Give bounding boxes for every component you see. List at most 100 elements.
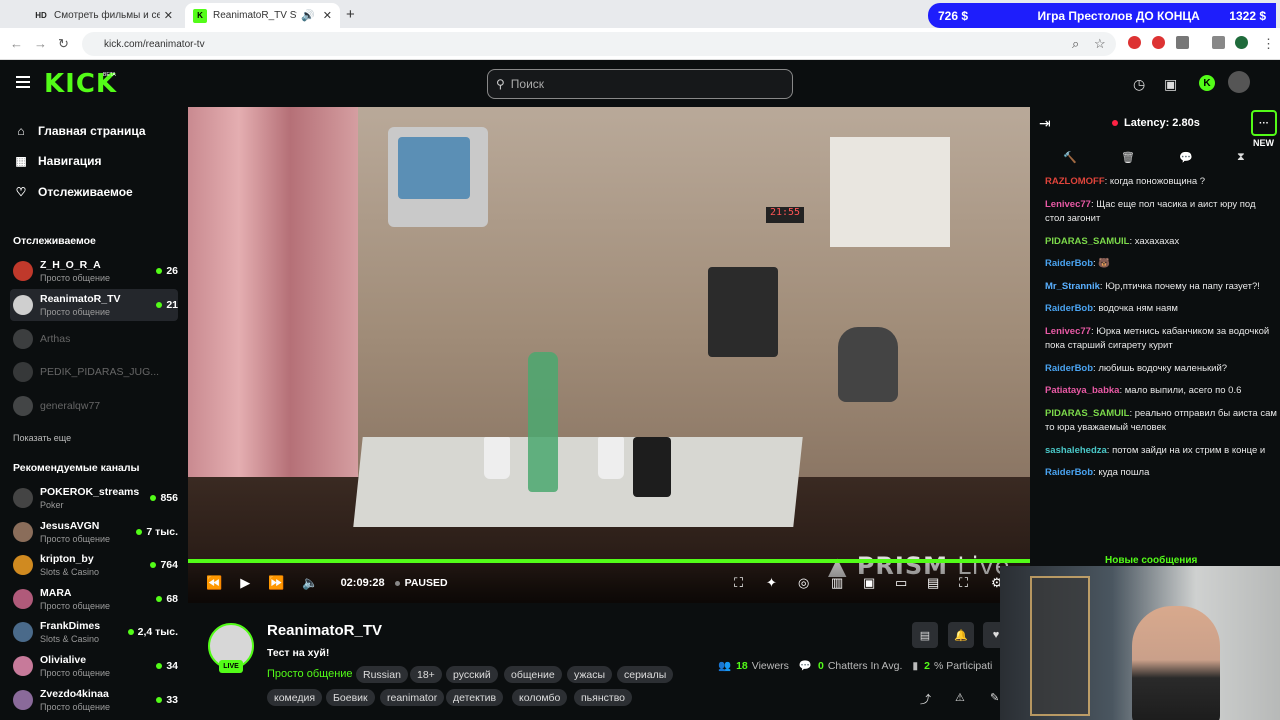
followed-channel-offline[interactable]: Arthas bbox=[10, 323, 178, 355]
chat-username[interactable]: RaiderBob bbox=[1045, 258, 1093, 269]
close-icon[interactable]: ✕ bbox=[323, 9, 332, 22]
inbox-icon[interactable]: ▣ bbox=[1164, 76, 1177, 93]
nav-following[interactable]: ♡ Отслеживаемое bbox=[14, 185, 133, 199]
trash-icon[interactable]: 🗑 bbox=[1121, 151, 1135, 164]
chat-username[interactable]: Patiataya_babka bbox=[1045, 385, 1119, 396]
tag[interactable]: Боевик bbox=[326, 689, 375, 706]
video-player[interactable]: 21:55 ▲ PRISM Live ⏪ ▶ ⏩ 🔈 02:09:28 PAUS… bbox=[188, 107, 1030, 603]
channel-category: Просто общение bbox=[40, 702, 110, 712]
tools-icon[interactable]: ✎ bbox=[990, 691, 999, 704]
collapse-chat-icon[interactable]: ⇥ bbox=[1039, 115, 1051, 132]
browser-tab-active[interactable]: K ReanimatoR_TV Stream - W 🔊 ✕ bbox=[185, 3, 340, 28]
tag[interactable]: reanimator bbox=[380, 689, 445, 706]
reading-list-icon[interactable] bbox=[1212, 36, 1225, 49]
browser-menu-icon[interactable]: ⋮ bbox=[1262, 36, 1275, 52]
chat-text: мало выпили, асего по 0.6 bbox=[1124, 385, 1242, 396]
clip-icon[interactable]: ⛶ bbox=[734, 575, 743, 591]
nav-home[interactable]: ⌂ Главная страница bbox=[14, 124, 145, 138]
tag[interactable]: общение bbox=[504, 666, 562, 683]
close-icon[interactable]: ✕ bbox=[164, 9, 173, 22]
chat-username[interactable]: Mr_Strannik bbox=[1045, 281, 1100, 292]
speed-icon[interactable]: ◎ bbox=[798, 575, 809, 591]
more-options-button[interactable]: ··· bbox=[1251, 110, 1277, 136]
streamer-name[interactable]: ReanimatoR_TV bbox=[267, 622, 382, 639]
theater-icon[interactable]: ▭ bbox=[895, 575, 907, 591]
hourglass-icon[interactable]: ⧗ bbox=[1237, 151, 1245, 164]
clipboard-button[interactable]: ▤ bbox=[912, 622, 938, 648]
cast-icon[interactable]: ▤ bbox=[927, 575, 939, 591]
kick-favicon-icon: K bbox=[193, 8, 207, 23]
sparkle-icon[interactable]: ✦ bbox=[766, 575, 777, 591]
recommended-channel[interactable]: FrankDimes Slots & Casino 2,4 тыс. bbox=[10, 616, 178, 648]
video-frame-curtain bbox=[188, 107, 358, 537]
nav-browse[interactable]: ▦ Навигация bbox=[14, 154, 101, 168]
kick-coin-icon[interactable]: K bbox=[1199, 75, 1215, 91]
tag[interactable]: русский bbox=[446, 666, 498, 683]
star-icon[interactable]: ☆ bbox=[1094, 36, 1106, 52]
recommended-channel[interactable]: kripton_by Slots & Casino 764 bbox=[10, 549, 178, 581]
followed-channel[interactable]: Z_H_O_R_A Просто общение 26 bbox=[10, 255, 178, 287]
fast-forward-icon[interactable]: ⏩ bbox=[268, 575, 284, 591]
puzzle-icon[interactable] bbox=[1176, 36, 1189, 49]
extension-icon[interactable] bbox=[1152, 36, 1165, 49]
pip-icon[interactable]: ▣ bbox=[863, 575, 875, 591]
chat-messages: RAZLOMOFF: когда поножовщина ? Lenivec77:… bbox=[1045, 175, 1277, 489]
show-more-link[interactable]: Показать еще bbox=[13, 433, 71, 443]
chat-bubble-icon[interactable]: 💬 bbox=[1179, 151, 1193, 164]
tag[interactable]: 18+ bbox=[410, 666, 442, 683]
tag[interactable]: коломбо bbox=[512, 689, 568, 706]
chat-username[interactable]: RaiderBob bbox=[1045, 303, 1093, 314]
url-field[interactable]: kick.com/reanimator-tv bbox=[82, 32, 1116, 56]
chat-text: водочка ням наям bbox=[1098, 303, 1178, 314]
tag[interactable]: сериалы bbox=[617, 666, 674, 683]
share-icon[interactable]: ⤴ bbox=[920, 691, 931, 707]
extension-icon[interactable] bbox=[1128, 36, 1141, 49]
speaker-icon[interactable]: 🔊 bbox=[301, 9, 315, 22]
stats-icon[interactable]: ▥ bbox=[831, 575, 843, 591]
user-avatar[interactable] bbox=[1228, 71, 1250, 93]
recommended-channel[interactable]: Olivialive Просто общение 34 bbox=[10, 650, 178, 682]
chat-username[interactable]: RaiderBob bbox=[1045, 363, 1093, 374]
chat-username[interactable]: Lenivec77 bbox=[1045, 199, 1091, 210]
play-icon[interactable]: ▶ bbox=[240, 575, 250, 591]
chat-username[interactable]: Lenivec77 bbox=[1045, 326, 1091, 337]
followed-channel-active[interactable]: ReanimatoR_TV Просто общение 21 bbox=[10, 289, 178, 321]
back-arrow-icon[interactable]: ← bbox=[10, 36, 23, 51]
tag[interactable]: ужасы bbox=[567, 666, 613, 683]
browser-tab[interactable]: HD Смотреть фильмы и сериалы о ✕ bbox=[26, 3, 181, 28]
tag[interactable]: Russian bbox=[356, 666, 408, 683]
tag[interactable]: пьянство bbox=[574, 689, 632, 706]
reload-icon[interactable]: ↻ bbox=[58, 36, 69, 52]
followed-channel-offline[interactable]: generalqw77 bbox=[10, 390, 178, 422]
new-tab-button[interactable]: + bbox=[346, 6, 355, 23]
chat-username[interactable]: sashalehedza bbox=[1045, 445, 1107, 456]
followed-channel-offline[interactable]: PEDIK_PIDARAS_JUG... bbox=[10, 356, 178, 388]
recommended-heading: Рекомендуемые каналы bbox=[13, 462, 140, 474]
tag[interactable]: детектив bbox=[446, 689, 504, 706]
zoom-icon[interactable]: ⌕ bbox=[1072, 36, 1079, 52]
chat-username[interactable]: RAZLOMOFF bbox=[1045, 176, 1105, 187]
chat-username[interactable]: PIDARAS_SAMUIL bbox=[1045, 236, 1129, 247]
recommended-channel[interactable]: POKEROK_streams Poker 856 bbox=[10, 482, 178, 514]
viewer-count: 2,4 тыс. bbox=[127, 626, 178, 638]
chat-message: sashalehedza: потом зайди на их стрим в … bbox=[1045, 444, 1266, 456]
tag[interactable]: комедия bbox=[267, 689, 323, 706]
bell-button[interactable]: 🔔 bbox=[948, 622, 974, 648]
recommended-channel[interactable]: Zvezdo4kinaa Просто общение 33 bbox=[10, 684, 178, 716]
volume-icon[interactable]: 🔈 bbox=[302, 575, 318, 591]
hammer-icon[interactable]: 🔨 bbox=[1063, 151, 1077, 164]
fullscreen-icon[interactable]: ⛶ bbox=[959, 575, 968, 591]
chat-username[interactable]: RaiderBob bbox=[1045, 467, 1093, 478]
recommended-channel[interactable]: MARA Просто общение 68 bbox=[10, 583, 178, 615]
profile-icon[interactable] bbox=[1235, 36, 1248, 49]
chat-username[interactable]: PIDARAS_SAMUIL bbox=[1045, 408, 1129, 419]
recommended-channel[interactable]: JesusAVGN Просто общение 7 тыс. bbox=[10, 516, 178, 548]
report-icon[interactable]: ⚠ bbox=[955, 691, 965, 704]
menu-icon[interactable] bbox=[16, 76, 30, 91]
new-messages-button[interactable]: Новые сообщения bbox=[1105, 555, 1197, 566]
notifications-icon[interactable]: ◷ bbox=[1133, 76, 1145, 93]
forward-arrow-icon[interactable]: → bbox=[34, 36, 47, 51]
stream-category[interactable]: Просто общение bbox=[267, 668, 353, 680]
search-input[interactable]: ⚲ Поиск bbox=[487, 69, 793, 99]
rewind-icon[interactable]: ⏪ bbox=[206, 575, 222, 591]
